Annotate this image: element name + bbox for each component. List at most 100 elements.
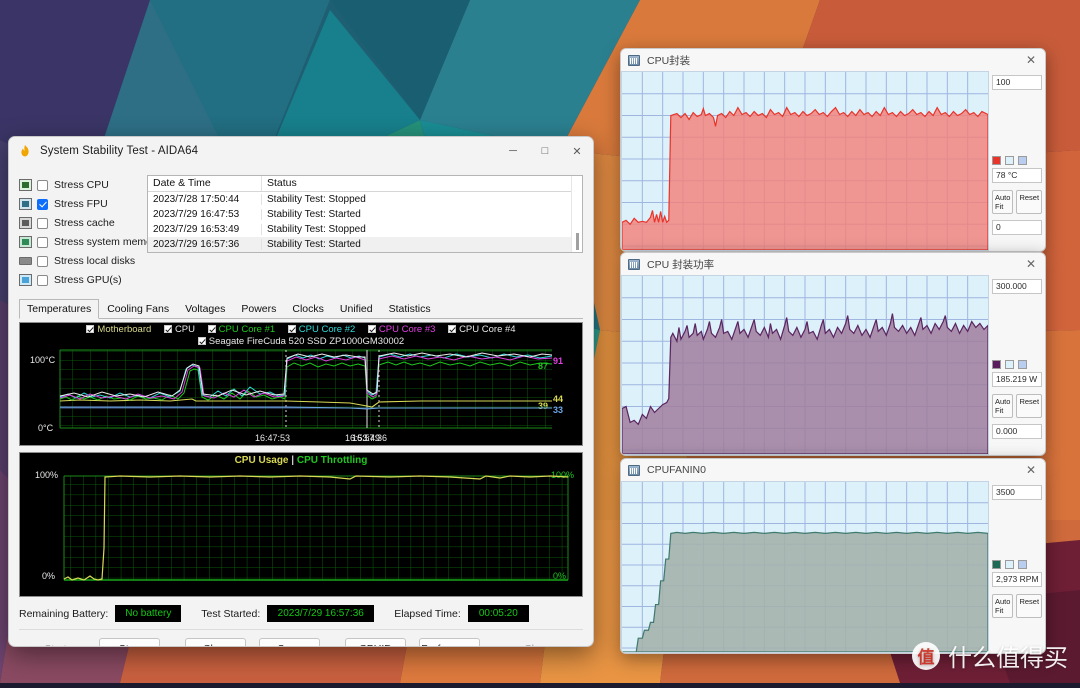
swatch-background-color[interactable] [1005,560,1014,569]
close-icon[interactable]: ✕ [1017,459,1045,481]
chart-icon [628,464,640,476]
preferences-button[interactable]: Preferences [419,638,480,646]
stress-option-fpu[interactable]: Stress FPU [19,196,147,212]
stress-memory-checkbox[interactable] [37,236,48,248]
reset-button[interactable]: Reset [1016,190,1043,214]
panel-min-value[interactable]: 0 [992,220,1042,235]
swatch-series-color[interactable] [992,560,1001,569]
log-scrollbar[interactable] [571,176,582,252]
panel-title: CPU 封装功率 [647,258,715,271]
stress-gpu-label: Stress GPU(s) [54,274,122,286]
action-button-row: Start Stop Clear Save CPUID Preferences … [19,629,583,647]
elapsed-time-value: 00:05:20 [467,605,529,622]
table-row[interactable]: 2023/7/28 17:50:44 Stability Test: Stopp… [148,192,582,207]
panel-max-value[interactable]: 100 [992,75,1042,90]
auto-fit-button[interactable]: Auto Fit [992,594,1014,618]
panel-color-swatches [992,360,1042,369]
sensor-panel-cpu-fan: CPUFANIN0 ✕ 3500 2,973 RPM Auto Fit Rese… [620,458,1046,654]
stress-option-cache[interactable]: Stress cache [19,215,147,231]
panel-color-swatches [992,560,1042,569]
cpu-icon [19,179,32,191]
temperatures-chart[interactable]: Motherboard CPU CPU Core #1 CPU Core #2 … [19,322,583,446]
aida64-icon [18,144,32,158]
cache-icon [19,217,32,229]
stress-fpu-checkbox[interactable] [37,198,48,210]
panel-plot-area[interactable] [621,71,989,251]
start-button[interactable]: Start [25,638,86,647]
panel-controls: 100 78 °C Auto Fit Reset 0 [989,71,1045,251]
tab-temperatures[interactable]: Temperatures [19,299,100,319]
panel-max-value[interactable]: 300.000 [992,279,1042,294]
panel-current-value[interactable]: 185.219 W [992,372,1042,387]
swatch-grid-color[interactable] [1018,156,1027,165]
stress-cache-checkbox[interactable] [37,217,48,229]
panel-plot-area[interactable] [621,481,989,653]
stress-option-disks[interactable]: Stress local disks [19,253,147,269]
table-row[interactable]: 2023/7/29 16:57:36 Stability Test: Start… [148,237,582,252]
chart-icon [628,258,640,270]
cpuid-button[interactable]: CPUID [345,638,406,646]
log-cell-datetime: 2023/7/29 16:53:49 [148,224,262,235]
stress-option-gpu[interactable]: Stress GPU(s) [19,272,147,288]
tab-clocks[interactable]: Clocks [284,299,332,319]
swatch-series-color[interactable] [992,360,1001,369]
stress-disks-checkbox[interactable] [37,255,48,267]
table-row[interactable]: 2023/7/29 16:47:53 Stability Test: Start… [148,207,582,222]
close-button[interactable]: Close [507,638,568,647]
swatch-background-color[interactable] [1005,360,1014,369]
auto-fit-button[interactable]: Auto Fit [992,190,1014,214]
swatch-background-color[interactable] [1005,156,1014,165]
tab-cooling-fans[interactable]: Cooling Fans [99,299,177,319]
panel-titlebar[interactable]: CPUFANIN0 ✕ [621,459,1045,481]
panel-plot-area[interactable] [621,275,989,455]
cpu-usage-chart[interactable]: CPU Usage | CPU Throttling 100% 0% 100% … [19,452,583,597]
status-log-table[interactable]: Date & Time Status 2023/7/28 17:50:44 St… [147,175,583,253]
stress-gpu-checkbox[interactable] [37,274,48,286]
reset-button[interactable]: Reset [1016,594,1043,618]
panel-title: CPUFANIN0 [647,464,706,476]
stress-memory-label: Stress system memory [54,236,161,248]
panel-titlebar[interactable]: CPU封装 ✕ [621,49,1045,71]
clear-button[interactable]: Clear [185,638,246,646]
panel-current-value[interactable]: 78 °C [992,168,1042,183]
stress-fpu-label: Stress FPU [54,198,108,210]
log-cell-status: Stability Test: Stopped [267,194,366,205]
table-row[interactable]: 2023/7/29 16:53:49 Stability Test: Stopp… [148,222,582,237]
chart-icon [628,54,640,66]
tab-statistics[interactable]: Statistics [381,299,439,319]
usage-chart-plot [63,475,569,581]
battery-value: No battery [115,605,182,622]
panel-min-value[interactable]: 0.000 [992,424,1042,439]
close-icon[interactable]: ✕ [1017,49,1045,71]
fpu-icon [19,198,32,210]
stress-cache-label: Stress cache [54,217,115,229]
stress-option-cpu[interactable]: Stress CPU [19,177,147,193]
tab-voltages[interactable]: Voltages [177,299,233,319]
sensor-panel-cpu-package: CPU封装 ✕ 100 78 °C Auto Fit Reset 0 [620,48,1046,252]
panel-titlebar[interactable]: CPU 封装功率 ✕ [621,253,1045,275]
stress-option-memory[interactable]: Stress system memory [19,234,161,250]
auto-fit-button[interactable]: Auto Fit [992,394,1014,418]
close-window-button[interactable]: ✕ [561,137,593,165]
window-titlebar[interactable]: System Stability Test - AIDA64 ─ □ ✕ [9,137,593,165]
close-icon[interactable]: ✕ [1017,253,1045,275]
log-table-header: Date & Time Status [148,176,582,192]
tab-unified[interactable]: Unified [332,299,381,319]
maximize-button[interactable]: □ [529,137,561,165]
swatch-series-color[interactable] [992,156,1001,165]
panel-title: CPU封装 [647,54,691,67]
window-controls: ─ □ ✕ [497,137,593,165]
stop-button[interactable]: Stop [99,638,160,646]
panel-current-value[interactable]: 2,973 RPM [992,572,1042,587]
reset-button[interactable]: Reset [1016,394,1043,418]
stress-cpu-checkbox[interactable] [37,179,48,191]
tab-powers[interactable]: Powers [233,299,284,319]
memory-icon [19,236,32,248]
temp-chart-plot [59,349,553,429]
swatch-grid-color[interactable] [1018,360,1027,369]
panel-max-value[interactable]: 3500 [992,485,1042,500]
log-scrollbar-thumb[interactable] [576,233,579,250]
save-button[interactable]: Save [259,638,320,646]
swatch-grid-color[interactable] [1018,560,1027,569]
minimize-button[interactable]: ─ [497,137,529,165]
